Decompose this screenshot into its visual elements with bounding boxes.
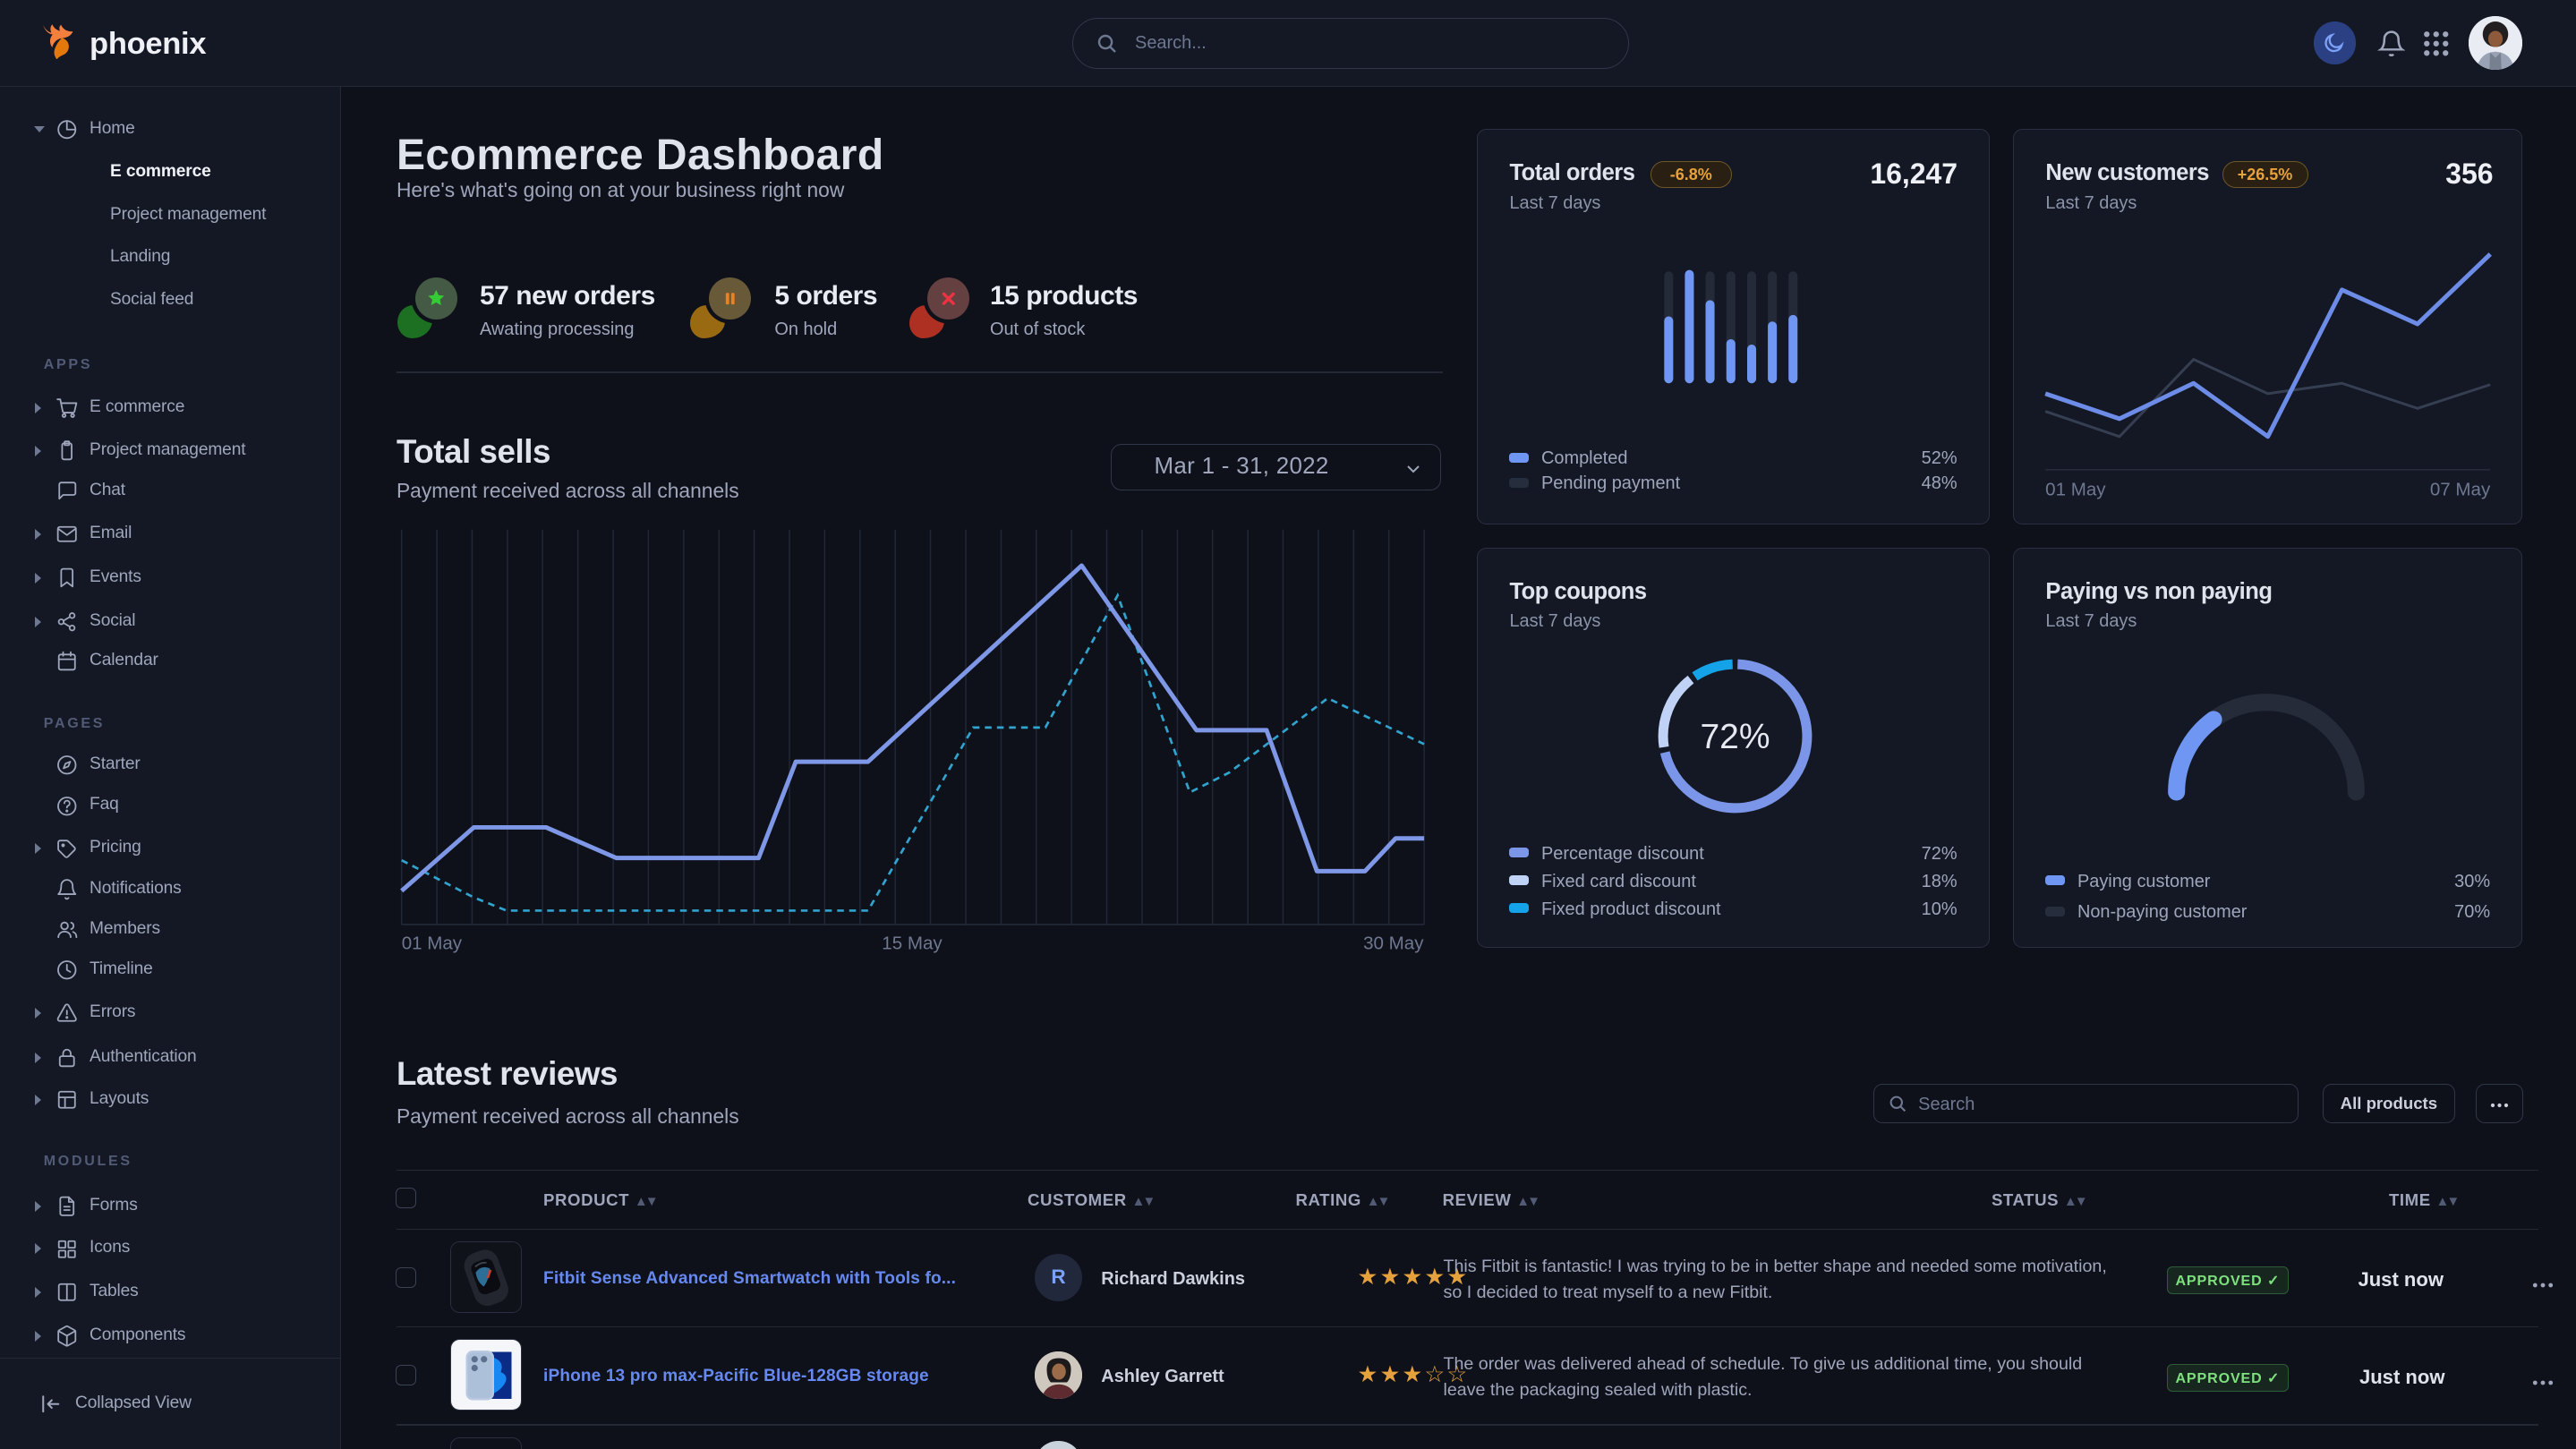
svg-text:01 May: 01 May	[2045, 480, 2106, 500]
svg-text:07 May: 07 May	[2429, 480, 2490, 500]
svg-text:01 May: 01 May	[402, 933, 463, 954]
svg-text:30 May: 30 May	[1363, 933, 1424, 954]
svg-text:15 May: 15 May	[882, 933, 943, 954]
svg-text:72%: 72%	[1700, 718, 1770, 756]
